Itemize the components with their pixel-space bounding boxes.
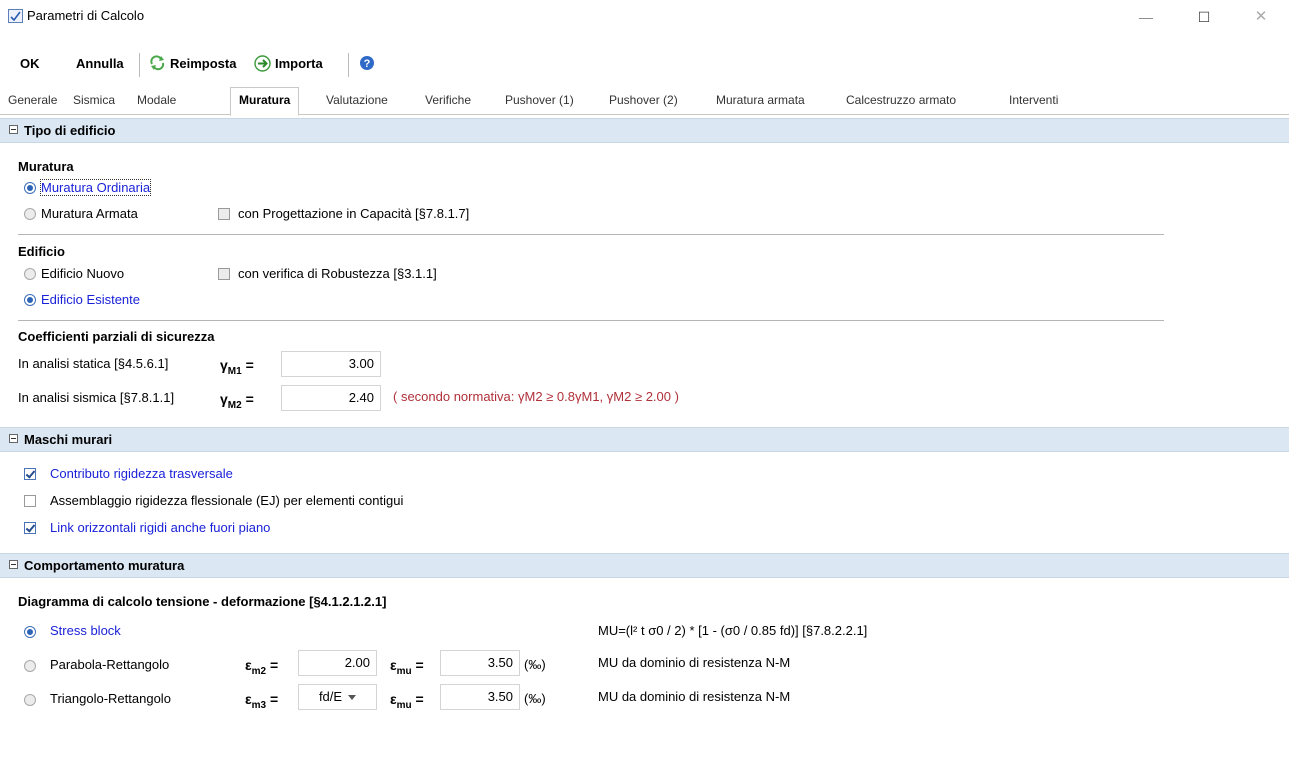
normativa-note: ( secondo normativa: γM2 ≥ 0.8γM1, γM2 ≥… bbox=[393, 389, 679, 404]
muratura-group-label: Muratura bbox=[18, 159, 74, 174]
checkbox-progettazione-capacita[interactable] bbox=[218, 208, 230, 220]
tab-interventi[interactable]: Interventi bbox=[1009, 93, 1058, 107]
triangolo-rettangolo-label[interactable]: Triangolo-Rettangolo bbox=[50, 691, 171, 706]
eps-m2-symbol: εm2 = bbox=[245, 657, 279, 677]
checkbox-contributo-rigidezza[interactable] bbox=[24, 468, 36, 480]
eps-mu-symbol: εmu = bbox=[390, 691, 424, 711]
divider bbox=[18, 320, 1164, 321]
section-title: Maschi murari bbox=[24, 432, 113, 447]
analisi-sismica-label: In analisi sismica [§7.8.1.1] bbox=[18, 390, 175, 405]
checkbox-assemblaggio-rigidezza[interactable] bbox=[24, 495, 36, 507]
collapse-icon[interactable] bbox=[9, 125, 18, 134]
section-title: Comportamento muratura bbox=[24, 558, 185, 573]
toolbar: OK Annulla Reimposta Importa ? bbox=[0, 50, 1289, 78]
tab-sismica[interactable]: Sismica bbox=[73, 93, 115, 107]
radio-stress-block[interactable] bbox=[24, 626, 36, 638]
tab-pushover-1[interactable]: Pushover (1) bbox=[505, 93, 574, 107]
analisi-statica-label: In analisi statica [§4.5.6.1] bbox=[18, 356, 169, 371]
gamma-m1-symbol: γM1 = bbox=[220, 357, 254, 377]
permille-unit: (‰) bbox=[524, 691, 546, 706]
section-title: Tipo di edificio bbox=[24, 123, 116, 138]
coefficienti-label: Coefficienti parziali di sicurezza bbox=[18, 329, 215, 344]
reimposta-label: Reimposta bbox=[170, 56, 237, 71]
link-orizzontali-label[interactable]: Link orizzontali rigidi anche fuori pian… bbox=[50, 520, 270, 535]
ok-button[interactable]: OK bbox=[20, 56, 40, 71]
radio-triangolo-rettangolo[interactable] bbox=[24, 694, 36, 706]
close-button[interactable]: ✕ bbox=[1250, 8, 1272, 26]
robustezza-label[interactable]: con verifica di Robustezza [§3.1.1] bbox=[238, 266, 437, 281]
progettazione-capacita-label[interactable]: con Progettazione in Capacità [§7.8.1.7] bbox=[238, 206, 469, 221]
eps-mu-input-2[interactable]: 3.50 bbox=[440, 684, 520, 710]
mu-dominio-label: MU da dominio di resistenza N-M bbox=[598, 655, 791, 670]
eps-m3-value: fd/E bbox=[318, 689, 343, 704]
collapse-icon[interactable] bbox=[9, 560, 18, 569]
tab-bar: Generale Sismica Modale Muratura Valutaz… bbox=[0, 87, 1289, 116]
checkbox-robustezza[interactable] bbox=[218, 268, 230, 280]
edificio-nuovo-label[interactable]: Edificio Nuovo bbox=[41, 266, 124, 281]
section-maschi-murari[interactable]: Maschi murari bbox=[0, 427, 1289, 452]
eps-mu-symbol: εmu = bbox=[390, 657, 424, 677]
section-comportamento-muratura[interactable]: Comportamento muratura bbox=[0, 553, 1289, 578]
tab-calcestruzzo-armato[interactable]: Calcestruzzo armato bbox=[846, 93, 956, 107]
diagramma-label: Diagramma di calcolo tensione - deformaz… bbox=[18, 594, 387, 609]
stress-block-formula: MU=(l² t σ0 / 2) * [1 - (σ0 / 0.85 fd)] … bbox=[598, 623, 868, 638]
radio-edificio-nuovo[interactable] bbox=[24, 268, 36, 280]
minimize-button[interactable]: — bbox=[1135, 8, 1157, 26]
import-arrow-icon bbox=[254, 55, 271, 72]
eps-m3-symbol: εm3 = bbox=[245, 691, 279, 711]
radio-muratura-armata[interactable] bbox=[24, 208, 36, 220]
gamma-m1-input[interactable]: 3.00 bbox=[281, 351, 381, 377]
muratura-ordinaria-label[interactable]: Muratura Ordinaria bbox=[39, 179, 152, 196]
app-icon bbox=[8, 9, 23, 23]
toolbar-separator bbox=[348, 53, 349, 77]
eps-m2-input[interactable]: 2.00 bbox=[298, 650, 377, 676]
window-title: Parametri di Calcolo bbox=[27, 8, 145, 23]
tab-pushover-2[interactable]: Pushover (2) bbox=[609, 93, 678, 107]
parabola-rettangolo-label[interactable]: Parabola-Rettangolo bbox=[50, 657, 169, 672]
help-icon[interactable]: ? bbox=[359, 55, 375, 71]
checkbox-link-orizzontali[interactable] bbox=[24, 522, 36, 534]
radio-parabola-rettangolo[interactable] bbox=[24, 660, 36, 672]
edificio-esistente-label[interactable]: Edificio Esistente bbox=[41, 292, 140, 307]
toolbar-separator bbox=[139, 53, 140, 77]
tab-generale[interactable]: Generale bbox=[8, 93, 57, 107]
eps-mu-input-1[interactable]: 3.50 bbox=[440, 650, 520, 676]
annulla-button[interactable]: Annulla bbox=[76, 56, 124, 71]
svg-text:?: ? bbox=[364, 58, 371, 70]
refresh-icon bbox=[150, 55, 165, 71]
gamma-m2-input[interactable]: 2.40 bbox=[281, 385, 381, 411]
radio-edificio-esistente[interactable] bbox=[24, 294, 36, 306]
divider bbox=[18, 234, 1164, 235]
radio-muratura-ordinaria[interactable] bbox=[24, 182, 36, 194]
tab-muratura[interactable]: Muratura bbox=[230, 87, 300, 116]
mu-dominio-label: MU da dominio di resistenza N-M bbox=[598, 689, 791, 704]
gamma-m2-symbol: γM2 = bbox=[220, 391, 254, 411]
importa-label: Importa bbox=[275, 56, 323, 71]
collapse-icon[interactable] bbox=[9, 434, 18, 443]
muratura-armata-label[interactable]: Muratura Armata bbox=[41, 206, 138, 221]
title-bar: Parametri di Calcolo — ☐ ✕ bbox=[0, 0, 1289, 34]
chevron-down-icon bbox=[348, 695, 357, 701]
stress-block-label[interactable]: Stress block bbox=[50, 623, 121, 638]
tab-verifiche[interactable]: Verifiche bbox=[425, 93, 471, 107]
section-tipo-edificio[interactable]: Tipo di edificio bbox=[0, 118, 1289, 143]
assemblaggio-rigidezza-label[interactable]: Assemblaggio rigidezza flessionale (EJ) … bbox=[50, 493, 403, 508]
maximize-button[interactable]: ☐ bbox=[1193, 8, 1215, 26]
tab-muratura-armata[interactable]: Muratura armata bbox=[716, 93, 805, 107]
tab-modale[interactable]: Modale bbox=[137, 93, 176, 107]
eps-m3-select[interactable]: fd/E bbox=[298, 684, 377, 710]
tab-valutazione[interactable]: Valutazione bbox=[326, 93, 388, 107]
edificio-group-label: Edificio bbox=[18, 244, 65, 259]
contributo-rigidezza-label[interactable]: Contributo rigidezza trasversale bbox=[50, 466, 233, 481]
permille-unit: (‰) bbox=[524, 657, 546, 672]
